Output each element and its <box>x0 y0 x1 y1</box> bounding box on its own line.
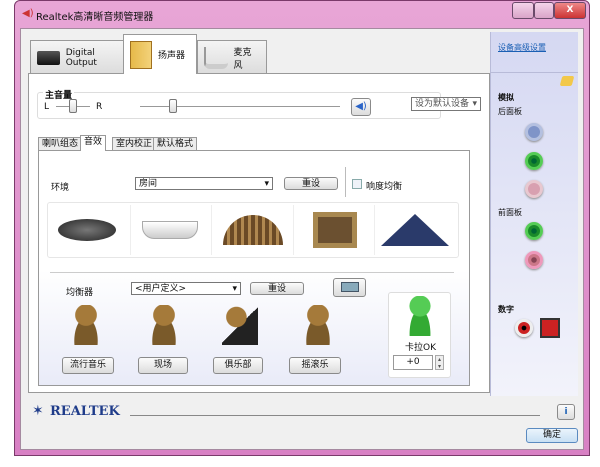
info-icon: i <box>564 407 568 417</box>
eq-preset-rock[interactable]: 摇滚乐 <box>289 357 341 374</box>
balance-left-label: L <box>44 102 50 112</box>
tab-speaker-config[interactable]: 喇叭组态 <box>38 137 83 151</box>
loudness-label: 响度均衡 <box>366 182 403 192</box>
tab-sound-effects[interactable]: 音效 <box>80 135 107 151</box>
tab-label: 扬声器 <box>158 51 186 61</box>
back-jack-green[interactable] <box>525 152 543 170</box>
environment-reset-button[interactable]: 重设 <box>284 177 338 190</box>
divider <box>491 72 578 73</box>
manhole-icon <box>58 219 116 241</box>
front-panel-label: 前面板 <box>498 208 522 217</box>
close-button[interactable]: X <box>554 2 586 19</box>
back-panel-label: 后面板 <box>498 107 522 116</box>
preset-bathroom[interactable] <box>135 205 205 255</box>
karaoke-label: 卡拉OK <box>405 343 436 353</box>
environment-label: 环境 <box>51 183 70 193</box>
preset-colosseum[interactable] <box>218 205 288 255</box>
stone-room-icon <box>313 212 357 248</box>
preset-stone-corridor[interactable] <box>300 205 370 255</box>
tab-digital-output[interactable]: Digital Output <box>30 40 124 74</box>
eq-preset-pop[interactable]: 流行音乐 <box>62 357 114 374</box>
opera-house-icon <box>381 214 449 246</box>
eq-preset-live[interactable]: 现场 <box>138 357 188 374</box>
info-button[interactable]: i <box>557 404 575 420</box>
ok-button[interactable]: 确定 <box>526 428 578 443</box>
realtek-crab-icon: ✶ <box>32 403 44 419</box>
guitarist-icon <box>146 305 182 345</box>
front-jack-pink[interactable] <box>525 251 543 269</box>
set-default-device-dropdown[interactable]: 设为默认设备 <box>411 97 481 111</box>
tab-label: Digital Output <box>65 47 97 68</box>
tab-speakers[interactable]: 扬声器 <box>123 34 197 74</box>
window-title: Realtek高清晰音频管理器 <box>36 12 154 23</box>
front-jack-green[interactable] <box>525 222 543 240</box>
divider <box>130 415 540 416</box>
tab-room-correction[interactable]: 室内校正 <box>112 137 157 151</box>
analog-label: 模拟 <box>498 93 514 102</box>
environment-dropdown[interactable]: 房间 <box>135 177 273 190</box>
receiver-icon <box>37 50 60 65</box>
equalizer-dropdown[interactable]: <用户定义> <box>131 282 241 295</box>
advanced-settings-link[interactable]: 设备高级设置 <box>498 42 546 53</box>
loudness-checkbox[interactable] <box>352 179 362 189</box>
minimize-button[interactable] <box>512 2 534 19</box>
microphone-icon <box>204 46 228 69</box>
speaker-app-icon: ◀) <box>22 8 34 19</box>
digital-label: 数字 <box>498 305 514 314</box>
tab-label: 麦克风 <box>233 47 252 71</box>
karaoke-spinner[interactable]: ▴ ▾ <box>435 355 444 370</box>
equalizer-label: 均衡器 <box>66 288 94 298</box>
back-jack-blue[interactable] <box>525 123 543 141</box>
pianist-icon <box>222 305 258 345</box>
divider <box>50 272 454 273</box>
back-jack-pink[interactable] <box>525 180 543 198</box>
tab-microphone[interactable]: 麦克风 <box>197 40 267 74</box>
balance-slider-thumb[interactable] <box>69 99 77 113</box>
speakers-icon <box>130 40 152 69</box>
optical-jack[interactable] <box>540 318 560 338</box>
karaoke-singer-icon <box>404 296 436 336</box>
mute-button[interactable]: ◀) <box>351 98 371 116</box>
tab-default-format[interactable]: 默认格式 <box>153 137 198 151</box>
colosseum-icon <box>223 215 283 245</box>
equalizer-icon <box>340 282 359 292</box>
bathtub-icon <box>142 221 198 239</box>
graphic-equalizer-button[interactable] <box>333 278 366 297</box>
realtek-logo: REALTEK <box>50 404 120 419</box>
speaker-volume-icon: ◀) <box>355 101 367 112</box>
eq-preset-club[interactable]: 俱乐部 <box>213 357 263 374</box>
divider <box>345 167 346 197</box>
volume-slider-thumb[interactable] <box>169 99 177 113</box>
karaoke-value-input[interactable]: +0 <box>393 355 433 370</box>
balance-right-label: R <box>96 102 103 112</box>
pop-singer-icon <box>68 305 104 345</box>
preset-opera-house[interactable] <box>380 205 450 255</box>
rocker-icon <box>300 305 336 345</box>
maximize-button[interactable] <box>534 2 554 19</box>
coaxial-jack[interactable] <box>515 319 533 337</box>
preset-sewer-pipe[interactable] <box>52 205 122 255</box>
equalizer-reset-button[interactable]: 重设 <box>250 282 304 295</box>
